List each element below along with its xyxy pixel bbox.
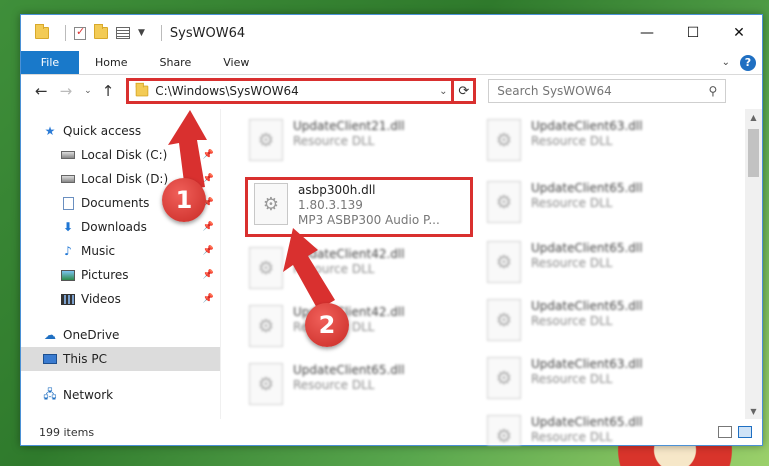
arrow-2-icon <box>283 228 335 310</box>
callout-badge-1: 1 <box>162 178 206 222</box>
annotation-arrows <box>168 110 335 310</box>
callout-badge-2: 2 <box>305 303 349 347</box>
